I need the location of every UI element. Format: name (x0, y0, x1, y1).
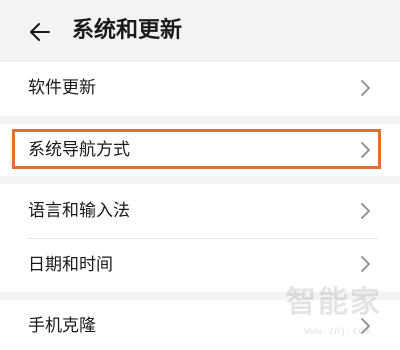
settings-item-label: 手机克隆 (28, 316, 96, 336)
settings-card-locale: 语言和输入法 日期和时间 (0, 184, 400, 292)
watermark-logo: 智能家 www.znj.com (286, 285, 394, 347)
highlight-annotation (12, 129, 381, 169)
watermark-url: www.znj.com (304, 326, 371, 337)
settings-item-language-input[interactable]: 语言和输入法 (0, 184, 400, 238)
title-bar: 系统和更新 (0, 0, 400, 62)
chevron-right-icon (361, 256, 370, 272)
settings-item-label: 日期和时间 (28, 255, 113, 275)
settings-card-update: 软件更新 (0, 62, 400, 116)
watermark-text: 智能家 (286, 285, 382, 320)
chevron-right-icon (361, 80, 370, 96)
settings-item-software-update[interactable]: 软件更新 (0, 62, 400, 116)
page-title: 系统和更新 (72, 18, 183, 43)
arrow-left-icon[interactable] (28, 20, 52, 44)
chevron-right-icon (361, 203, 370, 219)
settings-item-label: 软件更新 (28, 78, 96, 98)
settings-item-label: 语言和输入法 (28, 201, 130, 221)
